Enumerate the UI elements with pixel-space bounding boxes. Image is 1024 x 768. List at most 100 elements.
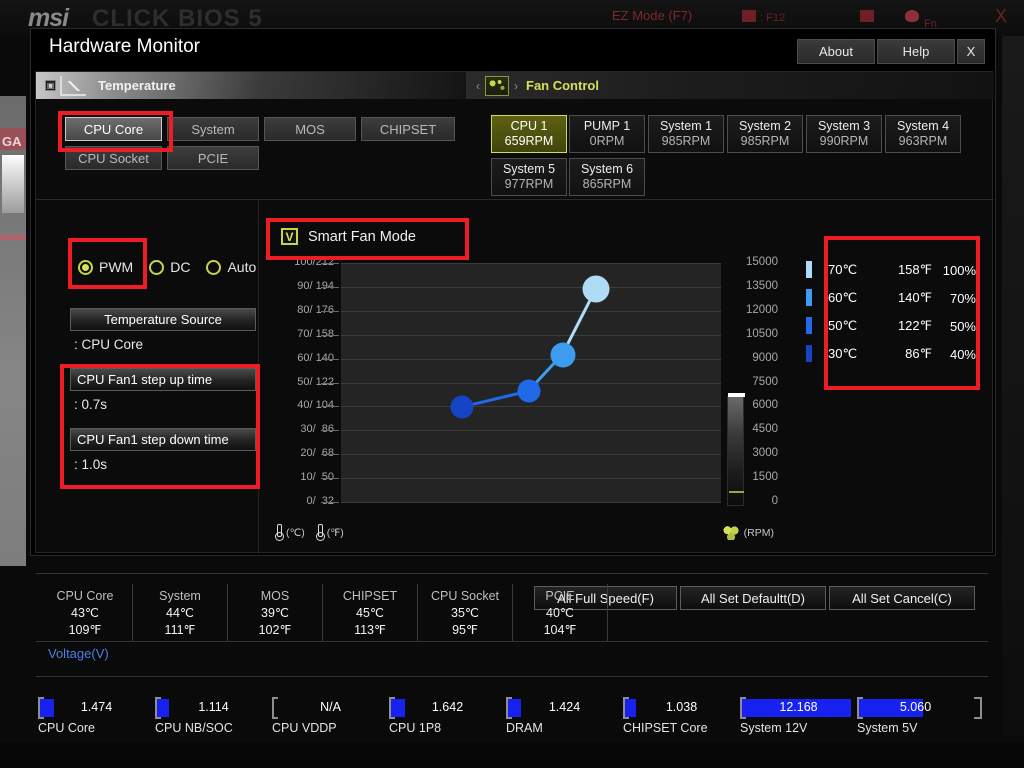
temp-status-cell: System 44℃ 111℉ (133, 584, 228, 642)
fan-name: CPU 1 (510, 119, 548, 133)
temperature-source-value: : CPU Core (74, 337, 144, 352)
temp-source-cpu-core[interactable]: CPU Core (65, 117, 162, 141)
curve-temp-celsius: 50℃ (828, 318, 858, 333)
step-up-time-button[interactable]: CPU Fan1 step up time (70, 368, 256, 391)
temp-source-system[interactable]: System (167, 117, 259, 141)
curve-temp-fahrenheit: 158℉ (897, 262, 932, 277)
chart-ytick-left: 50/ 122 (297, 376, 334, 388)
slider-handle[interactable] (728, 393, 745, 397)
chart-gridline (341, 311, 721, 312)
smart-fan-mode-row: V Smart Fan Mode (281, 228, 416, 245)
chart-tick-mark (321, 383, 339, 384)
voltage-cell: 1.038 CHIPSET Core (623, 697, 740, 735)
panel-divider (36, 199, 994, 200)
record-icon[interactable] (860, 10, 874, 22)
temp-status-name: MOS (260, 588, 290, 603)
fan-name: System 1 (659, 119, 713, 133)
all-set-cancel-button[interactable]: All Set Cancel(C) (829, 586, 975, 610)
voltage-label: DRAM (506, 721, 543, 735)
curve-table-row[interactable]: 30℃ 86℉ 40% (828, 340, 976, 368)
next-page-icon[interactable]: › (514, 79, 518, 93)
fan-button-system2[interactable]: System 2 985RPM (727, 115, 803, 153)
chart-point-3[interactable] (550, 342, 576, 368)
chart-tick-mark (321, 287, 339, 288)
chart-gridline (341, 430, 721, 431)
chart-tick-mark (321, 430, 339, 431)
chart-ytick-right: 13500 (746, 280, 778, 292)
step-down-time-value: : 1.0s (74, 457, 108, 472)
fan-speed-slider[interactable] (727, 393, 745, 506)
smart-fan-mode-checkbox[interactable]: V (281, 228, 298, 245)
temp-status-name: PCIE (545, 588, 575, 603)
curve-temp-celsius: 70℃ (828, 262, 858, 277)
voltage-value: 1.642 (431, 700, 464, 714)
radio-pwm-label: PWM (99, 259, 134, 275)
voltage-value: 1.474 (80, 700, 113, 714)
fan-rpm: 990RPM (819, 134, 869, 148)
rpm-unit-label: (RPM) (743, 526, 774, 539)
fan-mode-radio-group: PWM DC Auto (78, 259, 266, 275)
temp-source-cpu-socket[interactable]: CPU Socket (65, 146, 162, 170)
prev-page-icon[interactable]: ‹ (476, 79, 480, 93)
voltage-label: System 12V (740, 721, 808, 735)
help-button[interactable]: Help (877, 39, 955, 64)
titlebar-buttons: About Help X (797, 39, 985, 64)
temp-source-pcie[interactable]: PCIE (167, 146, 259, 170)
chart-point-1[interactable] (450, 395, 474, 419)
radio-dc[interactable] (149, 259, 165, 275)
chart-gridline (341, 502, 721, 503)
chart-ytick-left: 0/ 32 (306, 495, 334, 507)
curve-duty-percent: 70% (949, 290, 976, 306)
fan-button-system3[interactable]: System 3 990RPM (806, 115, 882, 153)
curve-color-swatch (806, 345, 812, 362)
status-divider-top (36, 573, 988, 574)
chart-icon (60, 75, 86, 96)
status-divider-bottom (36, 676, 988, 677)
chart-axis-legend: (℃) (℉) (RPM) (274, 524, 784, 541)
ez-mode-label[interactable]: EZ Mode (F7) (612, 8, 692, 23)
smart-fan-mode-label: Smart Fan Mode (308, 228, 416, 245)
fan-rpm: 985RPM (661, 134, 711, 148)
radio-pwm[interactable] (78, 259, 93, 275)
temperature-source-button[interactable]: Temperature Source (70, 308, 256, 331)
fan-chart-icon (485, 75, 509, 96)
screenshot-icon[interactable] (742, 10, 756, 22)
chart-point-4[interactable] (582, 275, 610, 303)
chart-tick-mark (321, 406, 339, 407)
radio-auto[interactable] (206, 259, 222, 275)
fan-button-system5[interactable]: System 5 977RPM (491, 158, 567, 196)
fahrenheit-unit-label: (℉) (326, 526, 344, 539)
voltage-cell: 12.168 System 12V (740, 697, 857, 735)
fan-button-system1[interactable]: System 1 985RPM (648, 115, 724, 153)
fan-button-system6[interactable]: System 6 865RPM (569, 158, 645, 196)
temp-source-mos[interactable]: MOS (264, 117, 356, 141)
chart-tick-mark (321, 335, 339, 336)
fan-name: System 3 (817, 119, 871, 133)
all-set-default-button[interactable]: All Set Defaultt(D) (680, 586, 826, 610)
chart-point-2[interactable] (517, 379, 541, 403)
bios-right-art (1002, 36, 1024, 736)
temp-source-chipset[interactable]: CHIPSET (361, 117, 455, 141)
fan-button-cpu1[interactable]: CPU 1 659RPM (491, 115, 567, 153)
bios-side-tag: GA (2, 134, 22, 149)
close-button[interactable]: X (957, 39, 985, 64)
fan-button-system4[interactable]: System 4 963RPM (885, 115, 961, 153)
fan-button-pump1[interactable]: PUMP 1 0RPM (569, 115, 645, 153)
checkbox-icon[interactable]: ▣ (45, 80, 56, 91)
chart-plot-area[interactable] (341, 263, 721, 503)
curve-table-row[interactable]: 50℃ 122℉ 50% (828, 312, 976, 340)
window-title: Hardware Monitor (49, 36, 200, 57)
about-button[interactable]: About (797, 39, 875, 64)
chart-ytick-right: 10500 (746, 328, 778, 340)
fn-icon[interactable] (905, 10, 919, 22)
curve-table-row[interactable]: 60℃ 140℉ 70% (828, 284, 976, 312)
fan-rpm: 963RPM (898, 134, 948, 148)
curve-table-row[interactable]: 70℃ 158℉ 100% (828, 256, 976, 284)
bios-close-icon[interactable]: X (995, 6, 1007, 27)
curve-swatch-column (806, 242, 816, 384)
fan-curve-chart[interactable]: 100/212 15000 90/ 194 13500 80/ 176 12000 70/ … (266, 255, 786, 515)
fan-panel-header: ‹ › Fan Control (466, 72, 994, 99)
voltage-value: 1.038 (665, 700, 698, 714)
step-down-time-button[interactable]: CPU Fan1 step down time (70, 428, 256, 451)
voltage-value: N/A (320, 700, 341, 714)
